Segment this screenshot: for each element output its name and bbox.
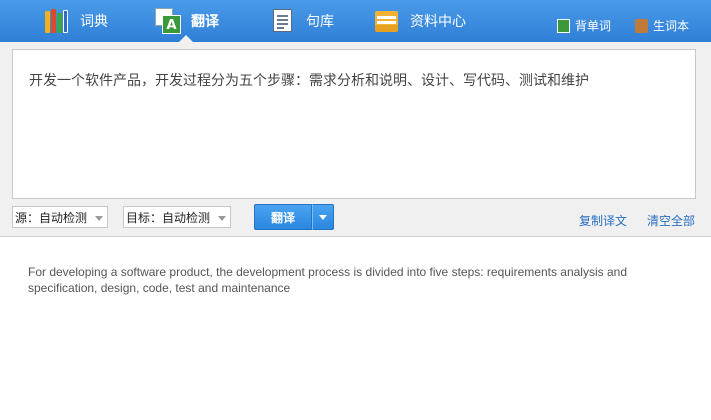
translate-button[interactable]: 翻译 [254, 204, 312, 230]
tab-label: 词典 [80, 14, 108, 30]
wordbook-link[interactable]: 生词本 [635, 17, 689, 34]
translate-options-button[interactable] [312, 204, 334, 230]
chevron-down-icon [218, 216, 226, 221]
wordbook-label: 生词本 [653, 19, 690, 33]
top-nav-bar: 词典 A 翻译 句库 资料中心 背单词 生词本 [0, 0, 711, 42]
source-language-value: 源：自动检测 [15, 210, 88, 225]
tab-label: 资料中心 [410, 14, 466, 30]
vocab-link[interactable]: 背单词 [557, 17, 611, 34]
copy-translation-link[interactable]: 复制译文 [579, 212, 627, 229]
target-language-select[interactable]: 目标：自动检测 [123, 206, 231, 228]
tab-dictionary[interactable]: 词典 [44, 0, 108, 42]
chevron-down-icon [95, 216, 103, 221]
translate-icon: A [155, 8, 181, 34]
clear-all-link[interactable]: 清空全部 [647, 212, 695, 229]
chevron-down-icon [319, 215, 327, 220]
source-language-select[interactable]: 源：自动检测 [12, 206, 108, 228]
target-language-value: 目标：自动检测 [126, 210, 211, 225]
folder-icon [374, 8, 400, 34]
source-text[interactable]: 开发一个软件产品，开发过程分为五个步骤：需求分析和说明、设计、写代码、测试和维护 [29, 71, 689, 91]
books-icon [44, 8, 70, 34]
translation-result: For developing a software product, the d… [28, 265, 627, 295]
tab-resource-center[interactable]: 资料中心 [374, 0, 466, 42]
vocab-icon [557, 18, 570, 33]
wordbook-icon [635, 18, 648, 33]
document-icon [270, 8, 296, 34]
active-tab-indicator [179, 35, 193, 42]
tab-sentence-library[interactable]: 句库 [270, 0, 334, 42]
source-input[interactable]: 开发一个软件产品，开发过程分为五个步骤：需求分析和说明、设计、写代码、测试和维护 [12, 49, 696, 199]
tab-label: 句库 [306, 14, 334, 30]
vocab-label: 背单词 [575, 19, 612, 33]
tab-label: 翻译 [191, 14, 219, 30]
